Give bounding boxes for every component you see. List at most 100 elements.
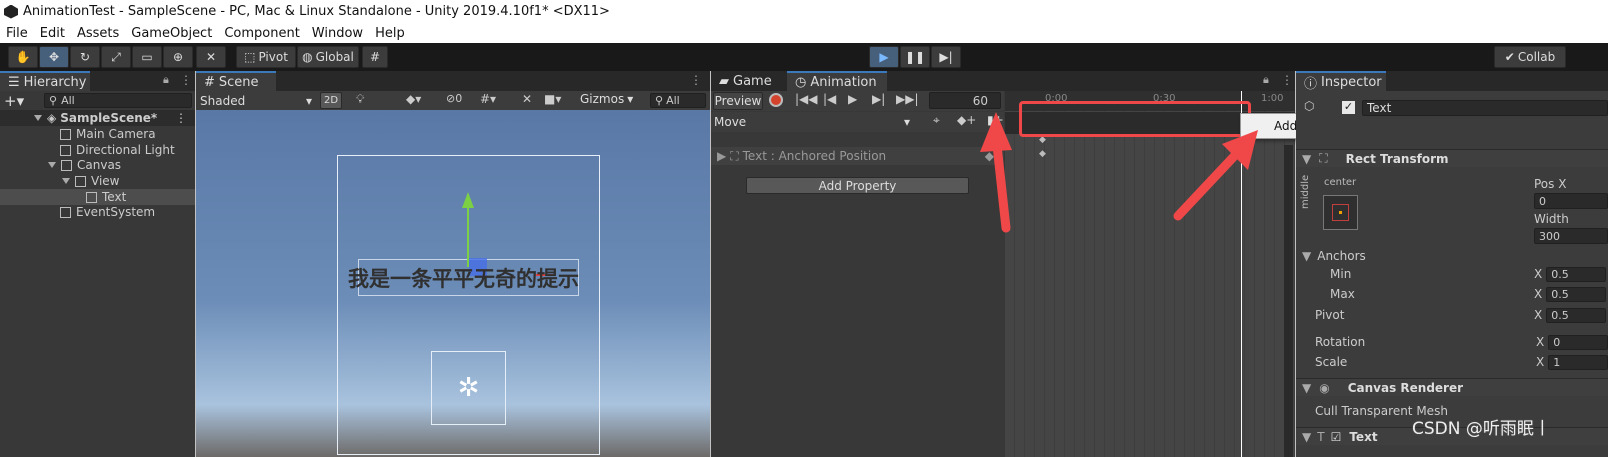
- add-property-button[interactable]: Add Property: [746, 177, 969, 194]
- tab-animation[interactable]: ◷ Animation: [787, 71, 887, 91]
- menu-gameobject[interactable]: GameObject: [125, 26, 218, 41]
- step-button[interactable]: ▶|: [931, 46, 961, 68]
- scale-tool-icon[interactable]: ⤢: [101, 46, 131, 68]
- canvas-renderer-header[interactable]: ▼ ◉ Canvas Renderer: [1296, 378, 1608, 396]
- transform-tool-icon[interactable]: ⊕: [163, 46, 193, 68]
- anchors-foldout[interactable]: ▼ Anchors: [1302, 249, 1366, 263]
- hierarchy-item-text[interactable]: Text: [0, 189, 195, 205]
- hierarchy-search-placeholder: All: [61, 94, 75, 107]
- tab-scene[interactable]: # Scene: [196, 71, 276, 91]
- tab-hierarchy[interactable]: ☰ Hierarchy: [0, 71, 90, 91]
- grid-icon[interactable]: #▾: [480, 92, 496, 106]
- anchors-label: Anchors: [1317, 249, 1366, 263]
- shading-dropdown[interactable]: Shaded ▾: [200, 92, 312, 109]
- anchor-preset-button[interactable]: [1323, 195, 1358, 230]
- custom-tool-icon[interactable]: ✕: [196, 46, 226, 68]
- property-label: Text : Anchored Position: [742, 149, 887, 163]
- globe-icon: ◍: [302, 50, 313, 64]
- info-icon: ⓘ: [1304, 76, 1318, 92]
- camera-icon[interactable]: ■▾: [544, 92, 561, 106]
- rect-transform-header[interactable]: ▼ ⛶ Rect Transform: [1296, 149, 1608, 167]
- lock-icon[interactable]: 🔒︎: [1263, 73, 1269, 87]
- next-key-icon[interactable]: ▶|: [872, 92, 885, 106]
- last-key-icon[interactable]: ▶▶|: [896, 92, 919, 106]
- hierarchy-item-eventsystem[interactable]: EventSystem: [0, 204, 195, 220]
- preview-button[interactable]: Preview: [713, 92, 763, 110]
- play-button[interactable]: ▶: [869, 46, 899, 68]
- scale-x[interactable]: X1: [1536, 355, 1608, 370]
- rotation-x[interactable]: X0: [1536, 335, 1608, 350]
- animation-tab-label: Animation: [810, 74, 877, 90]
- pivot-icon: ⬚: [244, 50, 256, 64]
- scene-menu-icon[interactable]: ⋮: [175, 111, 187, 125]
- anchors-max-x-value: 0.5: [1546, 287, 1607, 302]
- rotate-tool-icon[interactable]: ↻: [70, 46, 100, 68]
- 2d-toggle[interactable]: 2D: [320, 92, 342, 109]
- clock-icon: ◷: [795, 74, 807, 90]
- filter-keys-icon[interactable]: ⌖: [933, 113, 940, 128]
- expand-right-icon: ▶: [717, 149, 727, 163]
- global-toggle[interactable]: ◍ Global: [297, 46, 359, 68]
- rect-transform-label: Rect Transform: [1345, 151, 1449, 166]
- effects-icon[interactable]: ◆▾: [406, 92, 421, 106]
- hierarchy-search-input[interactable]: ⚲ All: [44, 93, 192, 108]
- clip-dropdown[interactable]: Move ▾: [714, 113, 910, 131]
- tab-inspector[interactable]: ⓘ Inspector: [1296, 71, 1386, 92]
- play-anim-icon[interactable]: ▶: [848, 92, 857, 106]
- pos-x-input[interactable]: 0: [1534, 193, 1608, 209]
- tools-icon[interactable]: ✕: [522, 92, 532, 106]
- menu-component[interactable]: Component: [218, 26, 305, 41]
- anchors-min-x-value: 0.5: [1546, 267, 1607, 282]
- panel-menu-icon[interactable]: ⋮: [1281, 73, 1293, 87]
- anchors-min-x[interactable]: X 0.5: [1534, 267, 1607, 282]
- pivot-toggle[interactable]: ⬚ Pivot: [236, 46, 296, 68]
- add-property-label: Add Property: [818, 178, 897, 193]
- pivot-x[interactable]: X 0.5: [1534, 308, 1607, 323]
- y-arrow-icon[interactable]: [462, 192, 474, 208]
- hierarchy-item-view[interactable]: View: [0, 173, 195, 189]
- move-tool-icon[interactable]: ✥: [39, 46, 69, 68]
- text-enabled-checkbox[interactable]: ☑: [1331, 430, 1342, 444]
- record-button[interactable]: [769, 93, 783, 107]
- pause-button[interactable]: ❚❚: [900, 46, 930, 68]
- lighting-icon[interactable]: 💡︎: [356, 92, 364, 107]
- prev-key-icon[interactable]: |◀: [823, 92, 836, 106]
- active-checkbox[interactable]: ✓: [1342, 101, 1355, 114]
- lock-icon[interactable]: 🔒︎: [163, 73, 169, 87]
- menu-edit[interactable]: Edit: [34, 26, 71, 41]
- scene-search-input[interactable]: ⚲ All: [650, 93, 706, 108]
- hierarchy-item-canvas[interactable]: Canvas: [0, 157, 195, 173]
- grid-snap-icon[interactable]: #: [362, 46, 388, 68]
- first-key-icon[interactable]: |◀◀: [795, 92, 818, 106]
- menu-window[interactable]: Window: [306, 26, 369, 41]
- hierarchy-item-main-camera[interactable]: Main Camera: [0, 126, 195, 142]
- hierarchy-item-scene[interactable]: ◈ SampleScene* ⋮: [0, 110, 195, 126]
- add-icon[interactable]: +▾: [4, 92, 24, 110]
- x-label: X: [1534, 267, 1543, 281]
- expand-icon: ▼: [1302, 429, 1312, 444]
- menu-file[interactable]: File: [0, 26, 34, 41]
- collab-button[interactable]: ✔ Collab: [1494, 46, 1566, 68]
- menu-help[interactable]: Help: [369, 26, 411, 41]
- object-name-field[interactable]: Text: [1362, 100, 1608, 116]
- width-label: Width: [1534, 212, 1569, 226]
- hidden-objects-toggle[interactable]: ⊘ 0: [446, 92, 462, 105]
- scene-viewport[interactable]: ✲ 我是一条平平无奇的提示: [196, 110, 710, 457]
- hierarchy-item-label: SampleScene*: [60, 111, 158, 125]
- anchors-max-x[interactable]: X 0.5: [1534, 287, 1607, 302]
- menu-assets[interactable]: Assets: [71, 26, 125, 41]
- pivot-label: Pivot: [258, 50, 288, 64]
- gameobject-icon: [60, 144, 71, 156]
- width-input[interactable]: 300: [1534, 228, 1608, 244]
- x-label: X: [1536, 355, 1545, 369]
- hierarchy-item-directional-light[interactable]: Directional Light: [0, 142, 195, 158]
- hand-tool-icon[interactable]: ✋: [8, 46, 38, 68]
- panel-menu-icon[interactable]: ⋮: [180, 73, 192, 87]
- tab-game[interactable]: ▰ Game: [711, 71, 785, 91]
- panel-menu-icon[interactable]: ⋮: [690, 73, 702, 87]
- gizmos-dropdown[interactable]: Gizmos ▾: [580, 92, 633, 106]
- chevron-down-icon: ▾: [305, 93, 312, 108]
- unity-logo-icon: [4, 4, 18, 19]
- canvas-renderer-label: Canvas Renderer: [1347, 380, 1464, 395]
- rect-tool-icon[interactable]: ▭: [132, 46, 162, 68]
